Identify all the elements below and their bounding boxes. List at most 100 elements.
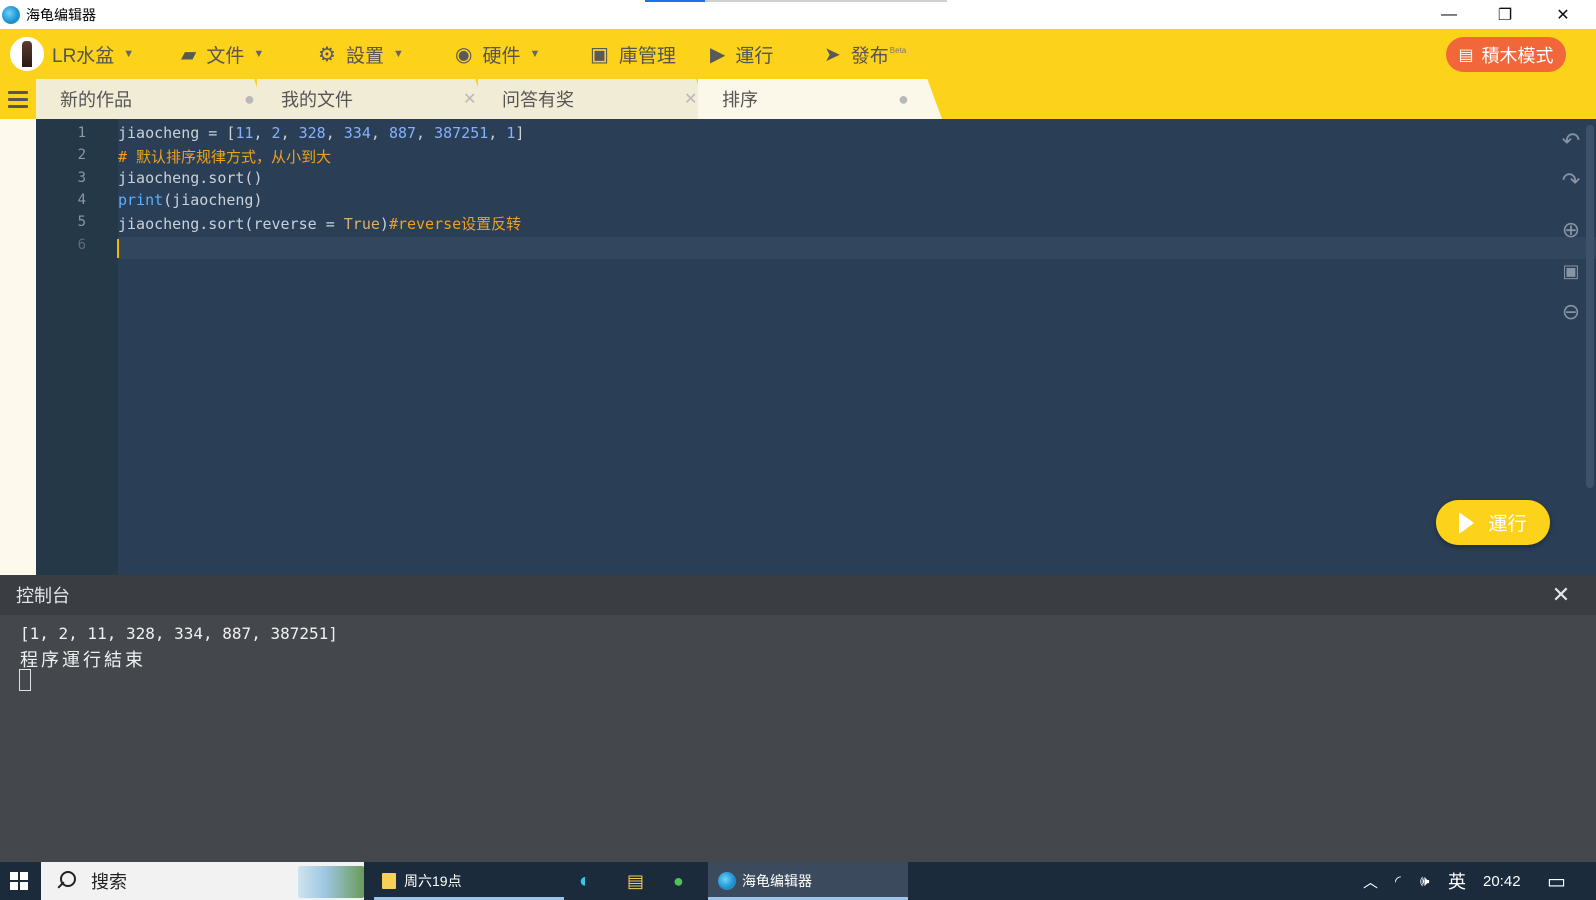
code-line-2[interactable]: # 默认排序规律方式，从小到大 [118, 146, 331, 167]
code-text: , [370, 124, 389, 142]
close-tab-icon[interactable]: ✕ [463, 89, 476, 109]
tab-my-files[interactable]: 我的文件 ✕ [257, 79, 489, 119]
code-number: 2 [271, 124, 281, 142]
console-line: 程序運行結束 [20, 650, 146, 671]
avatar [10, 37, 44, 71]
play-circle-icon: ▶ [710, 43, 726, 66]
code-line-5[interactable]: jiaocheng.sort(reverse = True)#reverse设置… [118, 213, 521, 234]
tab-qa-reward[interactable]: 问答有奖 ✕ [478, 79, 710, 119]
zoom-out-icon[interactable]: ⊖ [1558, 299, 1584, 325]
close-window-button[interactable]: ✕ [1540, 0, 1586, 29]
left-side-strip [0, 119, 36, 575]
code-text: jiaocheng.sort(reverse = [118, 215, 344, 233]
file-menu-label: 文件 [206, 45, 245, 67]
minimize-button[interactable]: — [1426, 0, 1472, 29]
line-number: 6 [77, 237, 86, 253]
run-menu-label: 運行 [735, 45, 774, 67]
line-number: 2 [77, 147, 86, 163]
chevron-down-icon: ▼ [123, 48, 135, 60]
undo-icon[interactable]: ↶ [1558, 128, 1584, 154]
code-text: (jiaocheng) [163, 191, 263, 209]
ime-indicator[interactable]: 英 [1448, 862, 1466, 900]
paper-plane-icon: ➤ [824, 43, 841, 66]
block-mode-label: 積木模式 [1481, 45, 1554, 66]
publish-button[interactable]: ➤ 發布 Beta [824, 29, 906, 79]
chevron-down-icon: ▼ [392, 48, 404, 60]
turtle-editor-app-icon [2, 5, 20, 24]
code-text: , [253, 124, 272, 142]
tab-sort[interactable]: 排序 ● [698, 79, 942, 119]
console-input-cursor[interactable] [19, 669, 31, 691]
volume-icon[interactable]: 🕪 [1420, 862, 1429, 900]
settings-menu-label: 設置 [345, 45, 384, 67]
editor-scrollbar[interactable] [1586, 125, 1594, 488]
code-number: 887 [388, 124, 417, 142]
console-output[interactable] [0, 615, 1596, 862]
code-comment: #reverse设置反转 [388, 215, 522, 233]
edge-browser-icon[interactable]: ◐ [579, 862, 603, 900]
library-label: 庫管理 [618, 45, 676, 67]
taskbar-search[interactable]: 搜索 [41, 862, 364, 900]
code-keyword: print [118, 191, 164, 209]
console-title: 控制台 [16, 586, 70, 606]
file-menu[interactable]: ▰ 文件 ▼ [181, 29, 264, 79]
code-line-3[interactable]: jiaocheng.sort() [118, 169, 263, 187]
title-bar: 海龟编辑器 [0, 0, 1596, 29]
hardware-menu[interactable]: ◉ 硬件 ▼ [455, 29, 540, 79]
chevron-down-icon: ▼ [529, 48, 541, 60]
code-text: ) [379, 215, 389, 233]
taskbar-item-label: 周六19点 [404, 873, 462, 889]
code-boolean: True [343, 215, 380, 233]
block-mode-button[interactable]: ▤ 積木模式 [1446, 37, 1566, 72]
settings-menu[interactable]: ⚙ 設置 ▼ [318, 29, 404, 79]
code-line-4[interactable]: print(jiaocheng) [118, 191, 263, 209]
code-text: , [280, 124, 299, 142]
run-menu-button[interactable]: ▶ 運行 [710, 29, 773, 79]
zoom-in-icon[interactable]: ⊕ [1558, 217, 1584, 243]
code-text: , [325, 124, 344, 142]
play-icon [1459, 511, 1475, 534]
console-header: 控制台 [0, 575, 1596, 615]
taskbar-turtle-editor[interactable]: 海龟编辑器 [708, 862, 908, 900]
taskbar-folder-window[interactable]: 周六19点 [374, 862, 564, 900]
search-placeholder: 搜索 [91, 872, 127, 892]
browser-360-icon[interactable]: ● [673, 862, 697, 900]
redo-icon[interactable]: ↷ [1558, 168, 1584, 194]
clock[interactable]: 20:42 [1483, 862, 1521, 900]
close-tab-icon[interactable]: ✕ [684, 89, 697, 109]
search-icon [55, 870, 77, 892]
windows-start-icon[interactable] [0, 862, 38, 900]
tab-label: 问答有奖 [502, 90, 574, 110]
code-line-1[interactable]: jiaocheng = [11, 2, 328, 334, 887, 38725… [118, 124, 524, 142]
code-number: 387251 [434, 124, 489, 142]
library-button[interactable]: ▣ 庫管理 [590, 29, 676, 79]
maximize-button[interactable]: ❐ [1482, 0, 1528, 29]
run-button-label: 運行 [1488, 514, 1527, 535]
tab-label: 我的文件 [281, 90, 353, 110]
code-editor[interactable] [36, 119, 1596, 575]
close-console-icon[interactable]: ✕ [1546, 580, 1576, 610]
title-accent-line [645, 0, 705, 2]
reset-zoom-icon[interactable]: ▣ [1558, 258, 1584, 284]
hardware-menu-label: 硬件 [482, 45, 521, 67]
code-text: ] [515, 124, 525, 142]
tab-label: 新的作品 [60, 90, 132, 110]
text-cursor [117, 239, 119, 258]
turtle-editor-app-icon [718, 872, 736, 890]
unsaved-dot-icon: ● [244, 88, 255, 109]
user-menu[interactable]: LR水盆 ▼ [10, 29, 134, 79]
hamburger-menu-icon[interactable] [0, 79, 36, 119]
wifi-icon[interactable]: ◜ [1395, 862, 1401, 900]
console-line: [1, 2, 11, 328, 334, 887, 387251] [20, 624, 338, 643]
search-highlight-image [298, 866, 364, 898]
run-button[interactable]: 運行 [1436, 500, 1550, 545]
line-number: 3 [77, 170, 86, 186]
file-explorer-icon[interactable]: ▤ [627, 862, 651, 900]
notification-icon[interactable]: ▭ [1547, 862, 1566, 900]
code-text: jiaocheng = [ [118, 124, 236, 142]
folder-icon [382, 873, 396, 889]
show-hidden-icons-icon[interactable]: ︿ [1363, 862, 1378, 900]
line-number: 5 [77, 214, 86, 230]
tab-new-work[interactable]: 新的作品 ● [36, 79, 268, 119]
beta-badge: Beta [889, 45, 907, 55]
